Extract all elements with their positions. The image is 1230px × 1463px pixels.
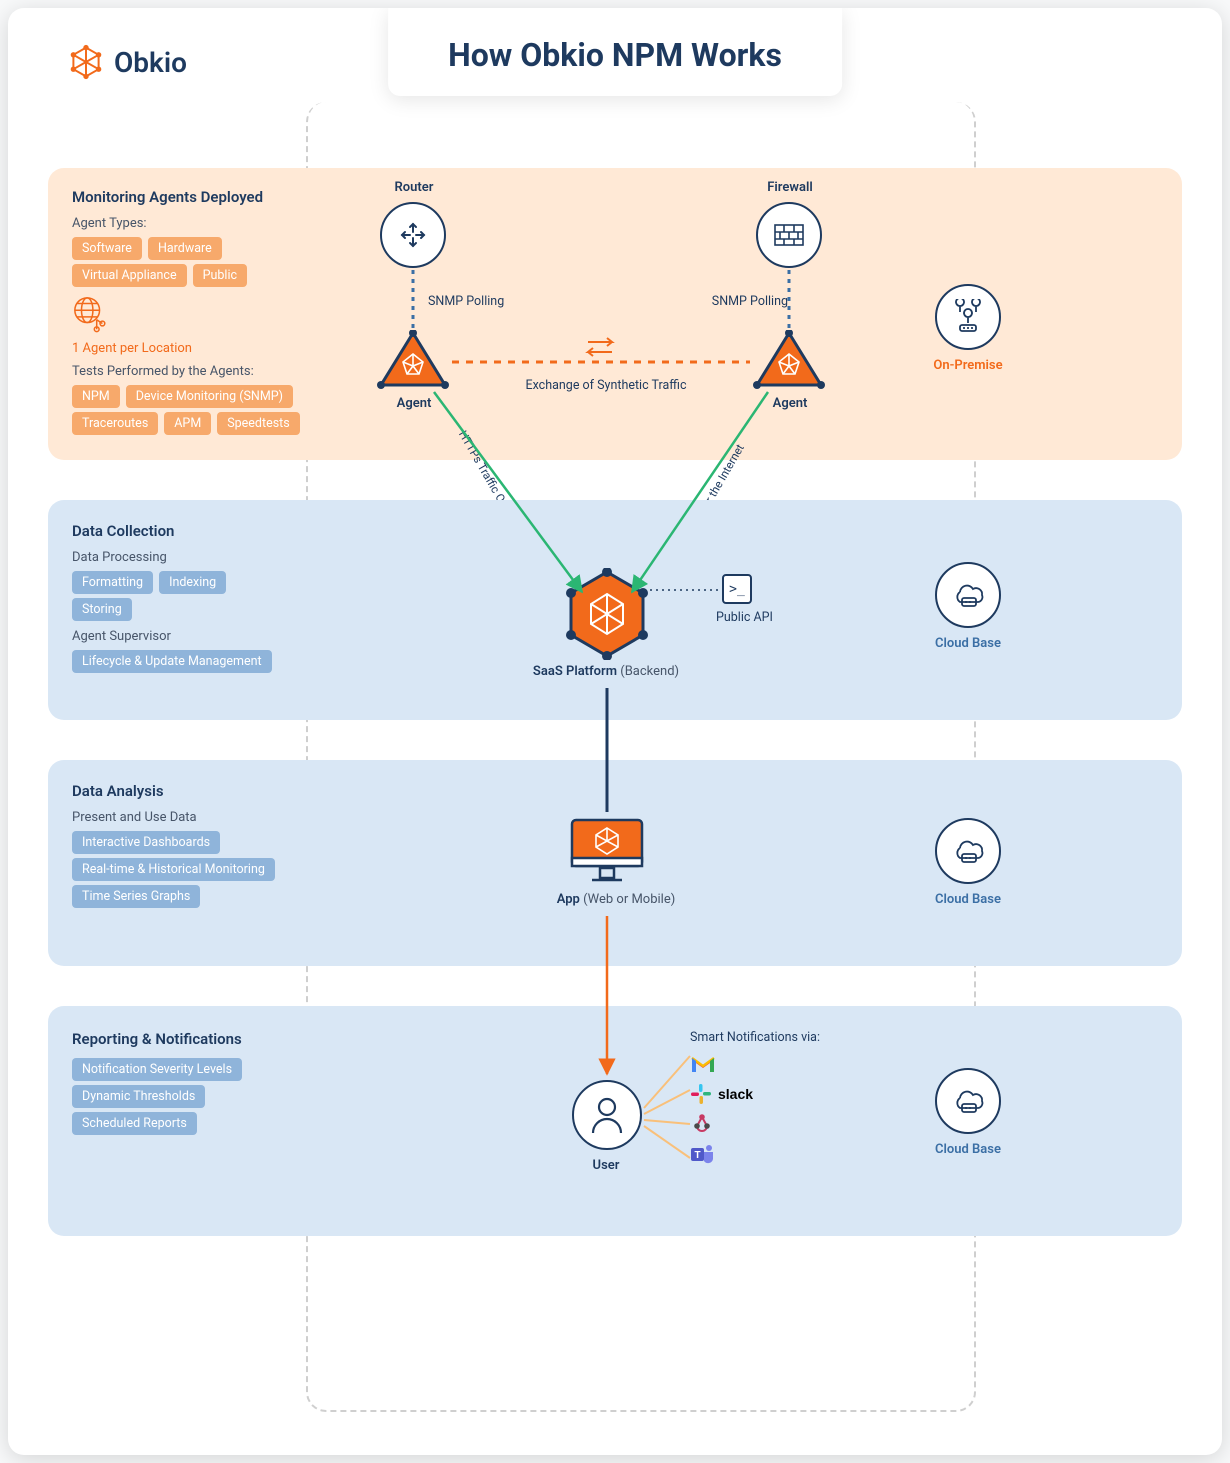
router-icon xyxy=(380,202,446,268)
cloud-label-3: Cloud Base xyxy=(908,1142,1028,1157)
tag-software: Software xyxy=(72,237,142,260)
tag-indexing: Indexing xyxy=(159,571,226,594)
location-cloud-2: Cloud Base xyxy=(908,818,1028,907)
location-cloud-1: Cloud Base xyxy=(908,562,1028,651)
agent-right-label: Agent xyxy=(720,396,860,411)
location-cloud-3: Cloud Base xyxy=(908,1068,1028,1157)
tag-severity: Notification Severity Levels xyxy=(72,1058,242,1081)
snmp-label-right: SNMP Polling xyxy=(708,294,788,309)
section1-note: 1 Agent per Location xyxy=(72,341,332,356)
agent-left-label: Agent xyxy=(344,396,484,411)
diagram-title: How Obkio NPM Works xyxy=(388,8,842,96)
panel-monitoring: Monitoring Agents Deployed Agent Types: … xyxy=(72,188,332,439)
user-label: User xyxy=(556,1158,656,1173)
notif-gmail xyxy=(690,1055,716,1075)
cloud-label-2: Cloud Base xyxy=(908,892,1028,907)
api-label: Public API xyxy=(716,610,773,625)
tag-hardware: Hardware xyxy=(148,237,222,260)
section2-header: Data Collection xyxy=(72,522,332,540)
teams-icon: T xyxy=(690,1143,716,1167)
section2-sub1: Data Processing xyxy=(72,550,332,565)
saas-platform-icon xyxy=(565,568,649,664)
notification-channels: Smart Notifications via: slack xyxy=(690,1030,820,1167)
tag-thresholds: Dynamic Thresholds xyxy=(72,1085,205,1108)
globe-network-icon xyxy=(72,295,110,333)
router-label: Router xyxy=(344,180,484,195)
agent-right xyxy=(753,330,825,392)
notif-slack: slack xyxy=(690,1083,753,1105)
exchange-label: Exchange of Synthetic Traffic xyxy=(516,378,696,393)
notif-header: Smart Notifications via: xyxy=(690,1030,820,1045)
tag-formatting: Formatting xyxy=(72,571,153,594)
location-on-premise: On-Premise xyxy=(908,284,1028,373)
tag-realtime: Real-time & Historical Monitoring xyxy=(72,858,275,881)
user-icon xyxy=(572,1080,642,1150)
firewall-icon xyxy=(756,202,822,268)
tag-device-monitoring: Device Monitoring (SNMP) xyxy=(126,385,293,408)
notif-webhook xyxy=(690,1113,714,1135)
notif-teams: T xyxy=(690,1143,716,1167)
section4-header: Reporting & Notifications xyxy=(72,1030,332,1048)
panel-reporting: Reporting & Notifications Notification S… xyxy=(72,1030,332,1139)
tag-speedtests: Speedtests xyxy=(217,412,299,435)
section1-sub2: Tests Performed by the Agents: xyxy=(72,364,332,379)
tag-virtual-appliance: Virtual Appliance xyxy=(72,264,187,287)
obkio-logo-icon xyxy=(68,44,104,80)
tag-dashboards: Interactive Dashboards xyxy=(72,831,220,854)
tag-public: Public xyxy=(193,264,247,287)
api-icon: >_ xyxy=(722,574,752,604)
tag-timeseries: Time Series Graphs xyxy=(72,885,200,908)
app-monitor-icon xyxy=(568,816,646,892)
section3-header: Data Analysis xyxy=(72,782,332,800)
snmp-label-left: SNMP Polling xyxy=(428,294,504,309)
brand-name: Obkio xyxy=(114,46,187,79)
tag-storing: Storing xyxy=(72,598,132,621)
panel-data-analysis: Data Analysis Present and Use Data Inter… xyxy=(72,782,332,912)
gmail-icon xyxy=(690,1055,716,1075)
section3-sub1: Present and Use Data xyxy=(72,810,332,825)
app-label: App (Web or Mobile) xyxy=(536,892,696,907)
cloud-label-1: Cloud Base xyxy=(908,636,1028,651)
on-premise-label: On-Premise xyxy=(908,358,1028,373)
tag-lifecycle: Lifecycle & Update Management xyxy=(72,650,272,673)
panel-data-collection: Data Collection Data Processing Formatti… xyxy=(72,522,332,677)
tag-apm: APM xyxy=(164,412,211,435)
webhook-icon xyxy=(690,1113,714,1135)
section1-sub1: Agent Types: xyxy=(72,216,332,231)
agent-left xyxy=(377,330,449,392)
section1-header: Monitoring Agents Deployed xyxy=(72,188,332,206)
brand-logo: Obkio xyxy=(68,44,187,80)
tag-reports: Scheduled Reports xyxy=(72,1112,197,1135)
tag-npm: NPM xyxy=(72,385,120,408)
tag-traceroutes: Traceroutes xyxy=(72,412,158,435)
saas-label: SaaS Platform (Backend) xyxy=(506,664,706,679)
firewall-label: Firewall xyxy=(720,180,860,195)
slack-icon xyxy=(690,1083,712,1105)
svg-text:T: T xyxy=(694,1150,700,1161)
section2-sub2: Agent Supervisor xyxy=(72,629,332,644)
